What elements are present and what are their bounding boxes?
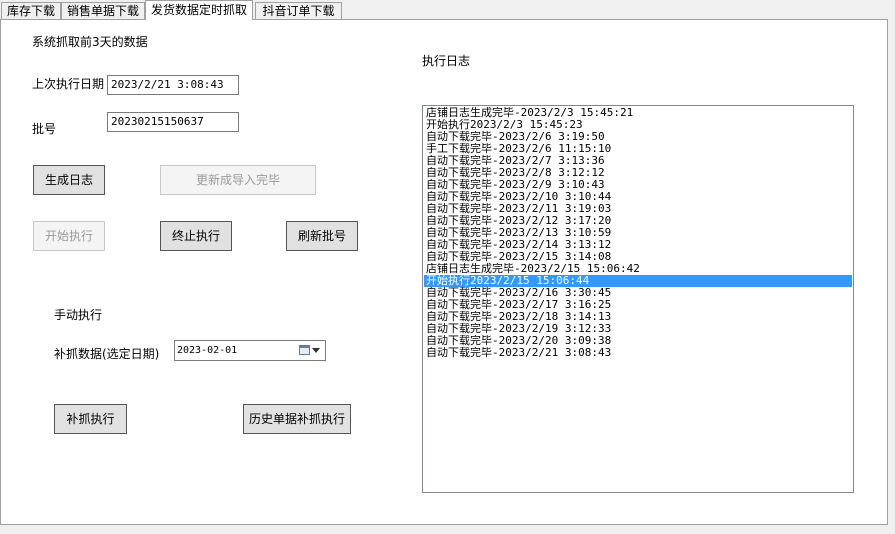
log-list-item[interactable]: 自动下载完毕-2023/2/18 3:14:13 (424, 311, 852, 323)
tab-strip: 库存下载 销售单据下载 发货数据定时抓取 抖音订单下载 (0, 0, 895, 20)
log-list-item[interactable]: 店铺日志生成完毕-2023/2/3 15:45:21 (424, 107, 852, 119)
supplement-date-picker[interactable]: 2023-02-01 (174, 340, 326, 361)
tab-inventory-download[interactable]: 库存下载 (1, 2, 61, 19)
log-list-item[interactable]: 自动下载完毕-2023/2/13 3:10:59 (424, 227, 852, 239)
log-list-item[interactable]: 自动下载完毕-2023/2/9 3:10:43 (424, 179, 852, 191)
log-list-item[interactable]: 自动下载完毕-2023/2/16 3:30:45 (424, 287, 852, 299)
supplement-date-label: 补抓数据(选定日期) (54, 347, 160, 361)
batch-label: 批号 (32, 122, 57, 136)
exec-log-listbox[interactable]: 店铺日志生成完毕-2023/2/3 15:45:21 开始执行2023/2/3 1… (422, 105, 854, 493)
fetch-note: 系统抓取前3天的数据 (32, 35, 148, 49)
calendar-icon[interactable] (299, 345, 310, 355)
log-list-item[interactable]: 自动下载完毕-2023/2/7 3:13:36 (424, 155, 852, 167)
log-list-item[interactable]: 自动下载完毕-2023/2/12 3:17:20 (424, 215, 852, 227)
manual-exec-title: 手动执行 (54, 308, 103, 322)
exec-log-list: 店铺日志生成完毕-2023/2/3 15:45:21 开始执行2023/2/3 1… (424, 107, 852, 359)
log-list-item[interactable]: 自动下载完毕-2023/2/15 3:14:08 (424, 251, 852, 263)
generate-log-button[interactable]: 生成日志 (33, 165, 105, 195)
log-list-item[interactable]: 自动下载完毕-2023/2/8 3:12:12 (424, 167, 852, 179)
supplement-exec-button[interactable]: 补抓执行 (54, 404, 127, 434)
refresh-batch-button[interactable]: 刷新批号 (286, 221, 358, 251)
update-import-done-button[interactable]: 更新成导入完毕 (160, 165, 316, 195)
right-edge (888, 19, 895, 525)
dropdown-arrow-icon[interactable] (312, 348, 320, 353)
tab-shipping-scheduled-fetch[interactable]: 发货数据定时抓取 (145, 0, 253, 20)
stop-exec-button[interactable]: 终止执行 (160, 221, 232, 251)
log-list-item[interactable]: 自动下载完毕-2023/2/21 3:08:43 (424, 347, 852, 359)
supplement-date-value: 2023-02-01 (177, 345, 238, 356)
log-list-item[interactable]: 自动下载完毕-2023/2/20 3:09:38 (424, 335, 852, 347)
exec-log-title: 执行日志 (422, 54, 471, 68)
log-list-item[interactable]: 自动下载完毕-2023/2/14 3:13:12 (424, 239, 852, 251)
log-list-item[interactable]: 自动下载完毕-2023/2/6 3:19:50 (424, 131, 852, 143)
log-list-item[interactable]: 手工下载完毕-2023/2/6 11:15:10 (424, 143, 852, 155)
last-exec-label: 上次执行日期 (32, 77, 105, 91)
log-list-item[interactable]: 自动下载完毕-2023/2/19 3:12:33 (424, 323, 852, 335)
log-list-item[interactable]: 开始执行2023/2/15 15:06:44 (424, 275, 852, 287)
log-list-item[interactable]: 开始执行2023/2/3 15:45:23 (424, 119, 852, 131)
last-exec-date-field[interactable]: 2023/2/21 3:08:43 (107, 75, 239, 95)
tab-douyin-order-download[interactable]: 抖音订单下载 (255, 2, 342, 19)
batch-number-field[interactable]: 20230215150637 (107, 112, 239, 132)
start-exec-button[interactable]: 开始执行 (33, 221, 105, 251)
log-list-item[interactable]: 自动下载完毕-2023/2/10 3:10:44 (424, 191, 852, 203)
log-list-item[interactable]: 自动下载完毕-2023/2/17 3:16:25 (424, 299, 852, 311)
log-list-item[interactable]: 自动下载完毕-2023/2/11 3:19:03 (424, 203, 852, 215)
tab-sales-doc-download[interactable]: 销售单据下载 (61, 2, 145, 19)
history-supplement-exec-button[interactable]: 历史单据补抓执行 (243, 404, 351, 434)
log-list-item[interactable]: 店铺日志生成完毕-2023/2/15 15:06:42 (424, 263, 852, 275)
